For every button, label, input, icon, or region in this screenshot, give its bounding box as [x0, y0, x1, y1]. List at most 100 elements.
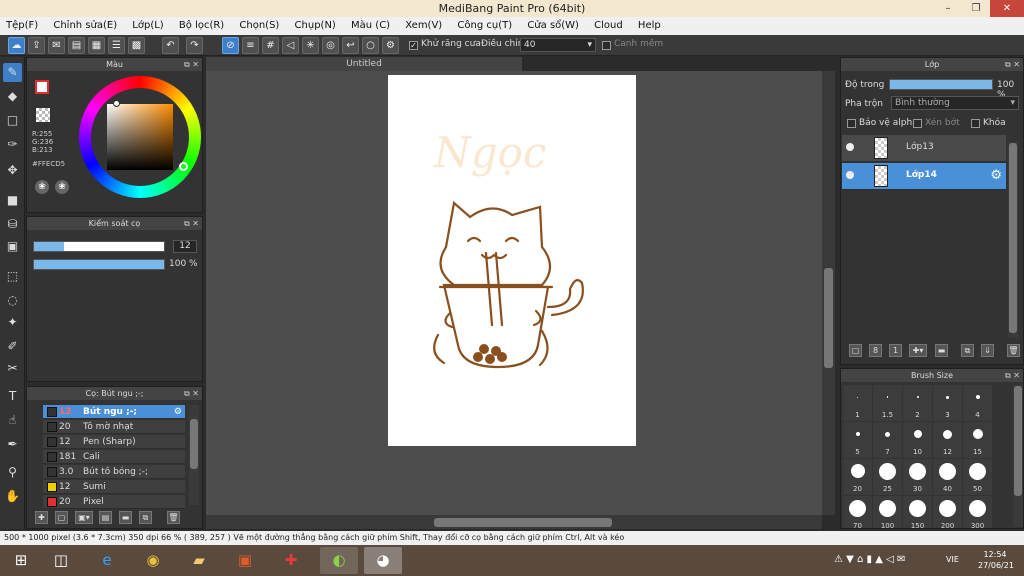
- brush-size-cell[interactable]: 70: [843, 496, 872, 528]
- brush-list-item[interactable]: 20 Tô mờ nhạt: [43, 420, 185, 434]
- magic-wand-tool-icon[interactable]: ✦: [3, 313, 22, 332]
- brush-size-value[interactable]: 12: [173, 240, 197, 253]
- brush-size-cell[interactable]: 3: [933, 385, 962, 421]
- select-pen-tool-icon[interactable]: ✐: [3, 337, 22, 356]
- radial-snap-icon[interactable]: ✳: [302, 37, 319, 54]
- game-app-icon[interactable]: ✚: [272, 547, 310, 574]
- vanishing-snap-icon[interactable]: ◁: [282, 37, 299, 54]
- brush-size-cell[interactable]: 15: [963, 422, 992, 458]
- delete-brush-icon[interactable]: 🗑: [167, 511, 180, 524]
- brush-size-cell[interactable]: 300: [963, 496, 992, 528]
- settings-snap-icon[interactable]: ⚙: [382, 37, 399, 54]
- menu-view[interactable]: Xem(V): [399, 20, 448, 31]
- file-explorer-icon[interactable]: ▰: [180, 547, 218, 574]
- brush-list-item[interactable]: 12 Bút ngu ;-; ⚙: [43, 405, 185, 419]
- drawing-canvas[interactable]: Ngọc: [388, 75, 636, 446]
- list-icon[interactable]: ☰: [108, 37, 125, 54]
- menu-tools[interactable]: Công cụ(T): [451, 20, 518, 31]
- gear-icon[interactable]: ⚙: [174, 405, 182, 419]
- brush-size-slider[interactable]: [33, 241, 165, 252]
- blend-mode-select[interactable]: Bình thường ▾: [891, 96, 1019, 110]
- medibang-icon[interactable]: ◕: [364, 547, 402, 574]
- folder-icon[interactable]: ▬: [119, 511, 132, 524]
- brush-list-item[interactable]: 12 Pen (Sharp): [43, 435, 185, 449]
- menu-snap[interactable]: Chụp(N): [289, 20, 342, 31]
- move-tool-icon[interactable]: ✥: [3, 161, 22, 180]
- new-brush-icon[interactable]: ▢: [55, 511, 68, 524]
- menu-color[interactable]: Màu (C): [345, 20, 396, 31]
- eye-icon[interactable]: [846, 171, 854, 179]
- panel-close-icon[interactable]: ⧉ ✕: [1005, 369, 1020, 382]
- layer-menu-icon[interactable]: ✚▾: [909, 344, 927, 357]
- new-layer-1bit-icon[interactable]: 1: [889, 344, 902, 357]
- brush-size-cell[interactable]: 7: [873, 422, 902, 458]
- brush-size-cell[interactable]: 2: [903, 385, 932, 421]
- chrome-icon[interactable]: ◉: [134, 547, 172, 574]
- menu-cloud[interactable]: Cloud: [588, 20, 629, 31]
- brush-size-cell[interactable]: 25: [873, 459, 902, 495]
- minimize-button[interactable]: –: [938, 0, 958, 17]
- gear-icon[interactable]: ⚙: [990, 168, 1002, 183]
- green-app-icon[interactable]: ◐: [320, 547, 358, 574]
- brush-size-cell[interactable]: 12: [933, 422, 962, 458]
- color-picker-cursor[interactable]: [113, 100, 120, 107]
- copy-brush-icon[interactable]: ▤: [99, 511, 112, 524]
- panel-close-icon[interactable]: ⧉ ✕: [184, 217, 199, 230]
- horizontal-scroll-thumb[interactable]: [434, 518, 612, 527]
- brush-size-cell[interactable]: 100: [873, 496, 902, 528]
- brush-size-cell[interactable]: 50: [963, 459, 992, 495]
- parallel-snap-icon[interactable]: ≡: [242, 37, 259, 54]
- undo-icon[interactable]: ↶: [162, 37, 179, 54]
- brush-tool-icon[interactable]: ✎: [3, 63, 22, 82]
- menu-filter[interactable]: Bộ lọc(R): [173, 20, 230, 31]
- duplicate-layer-icon[interactable]: ⧉: [961, 344, 974, 357]
- page-icon[interactable]: ▦: [88, 37, 105, 54]
- correction-select[interactable]: 40 ▾: [520, 38, 596, 52]
- brush-size-cell[interactable]: 40: [933, 459, 962, 495]
- menu-help[interactable]: Help: [632, 20, 667, 31]
- layer-row[interactable]: Lớp14 ⚙: [842, 163, 1006, 190]
- hand-tool-icon[interactable]: ✋: [3, 487, 22, 506]
- windows-start-icon[interactable]: ⊞: [2, 547, 40, 574]
- app-stack-icon[interactable]: ◫: [42, 547, 80, 574]
- curve-snap-icon[interactable]: ↩: [342, 37, 359, 54]
- grid-icon[interactable]: ▩: [128, 37, 145, 54]
- delete-layer-icon[interactable]: 🗑: [1007, 344, 1020, 357]
- concentric-snap-icon[interactable]: ◎: [322, 37, 339, 54]
- foreground-color-swatch[interactable]: [35, 80, 49, 94]
- menu-file[interactable]: Tệp(F): [0, 20, 44, 31]
- layer-list-scrollbar[interactable]: [1008, 142, 1018, 338]
- layout-icon[interactable]: ▤: [68, 37, 85, 54]
- brush-size-cell[interactable]: 1.5: [873, 385, 902, 421]
- brush-list-item[interactable]: 3.0 Bút tô bóng ;-;: [43, 465, 185, 479]
- new-layer-icon[interactable]: ▢: [849, 344, 862, 357]
- redo-icon[interactable]: ↷: [186, 37, 203, 54]
- eraser-tool-icon[interactable]: ◆: [3, 87, 22, 106]
- snap-off-icon[interactable]: ⊘: [222, 37, 239, 54]
- share-icon[interactable]: ⇪: [28, 37, 45, 54]
- brush-size-cell[interactable]: 200: [933, 496, 962, 528]
- brush-size-cell[interactable]: 150: [903, 496, 932, 528]
- select-eraser-tool-icon[interactable]: ✂: [3, 359, 22, 378]
- eye-icon[interactable]: [846, 143, 854, 151]
- transparent-swatch[interactable]: [36, 108, 50, 122]
- rectangle-tool-icon[interactable]: □: [3, 111, 22, 130]
- system-tray-icons[interactable]: ⚠ ▼ ⌂ ▮ ▲ ◁ ✉: [834, 554, 905, 565]
- new-layer-8bit-icon[interactable]: 8: [869, 344, 882, 357]
- layer-opacity-slider[interactable]: [889, 79, 993, 90]
- palette-icon[interactable]: ❀: [35, 180, 49, 194]
- brush-list-scrollbar[interactable]: [189, 405, 199, 505]
- hue-picker-cursor[interactable]: [179, 162, 188, 171]
- brush-list-item[interactable]: 12 Sumi: [43, 480, 185, 494]
- brush-opacity-slider[interactable]: [33, 259, 165, 270]
- brush-list-item[interactable]: 20 Pixel: [43, 495, 185, 509]
- internet-explorer-icon[interactable]: e: [88, 547, 126, 574]
- menu-window[interactable]: Cửa sổ(W): [521, 20, 585, 31]
- eyedropper-tool-icon[interactable]: ⚲: [3, 463, 22, 482]
- divide-tool-icon[interactable]: ✒: [3, 435, 22, 454]
- canvas-tab[interactable]: Untitled: [206, 57, 522, 71]
- snap-soft-checkbox[interactable]: [602, 41, 611, 50]
- fill-rect-tool-icon[interactable]: ■: [3, 191, 22, 210]
- clock[interactable]: 12:54 27/06/21: [978, 549, 1014, 571]
- brush-size-cell[interactable]: 1: [843, 385, 872, 421]
